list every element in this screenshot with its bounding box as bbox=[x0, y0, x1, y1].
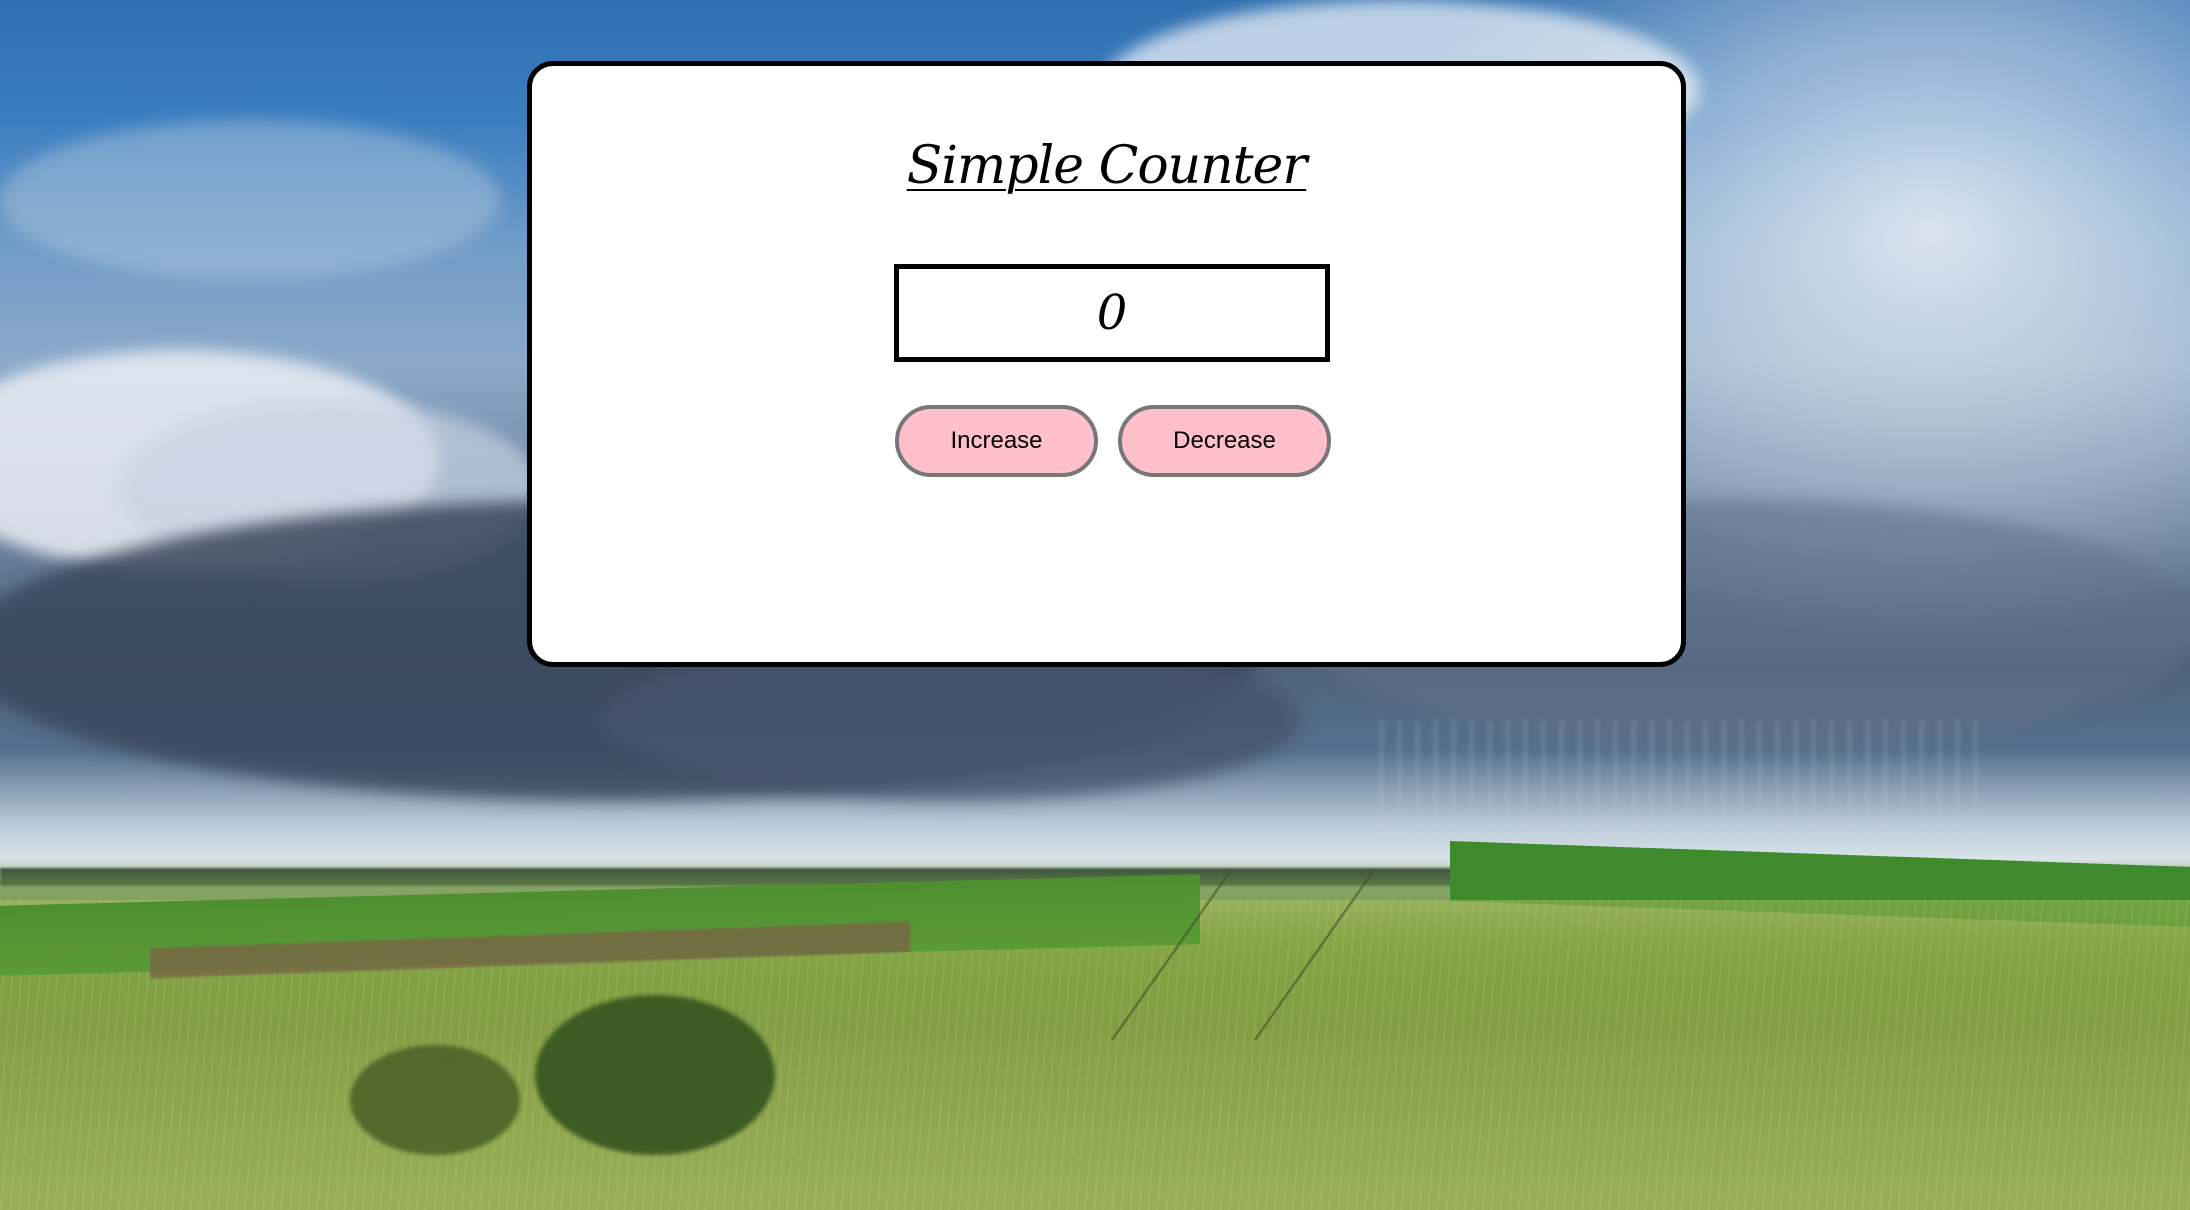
counter-card: Simple Counter 0 Increase Decrease bbox=[527, 61, 1686, 667]
bush bbox=[350, 1045, 520, 1155]
counter-display: 0 bbox=[894, 264, 1330, 362]
page-title: Simple Counter bbox=[906, 136, 1307, 196]
counter-value: 0 bbox=[1096, 285, 1128, 341]
decrease-button[interactable]: Decrease bbox=[1118, 405, 1331, 477]
rain-curtain bbox=[1380, 720, 1980, 850]
bush bbox=[535, 995, 775, 1155]
increase-button[interactable]: Increase bbox=[895, 405, 1098, 477]
cloud bbox=[0, 120, 500, 280]
